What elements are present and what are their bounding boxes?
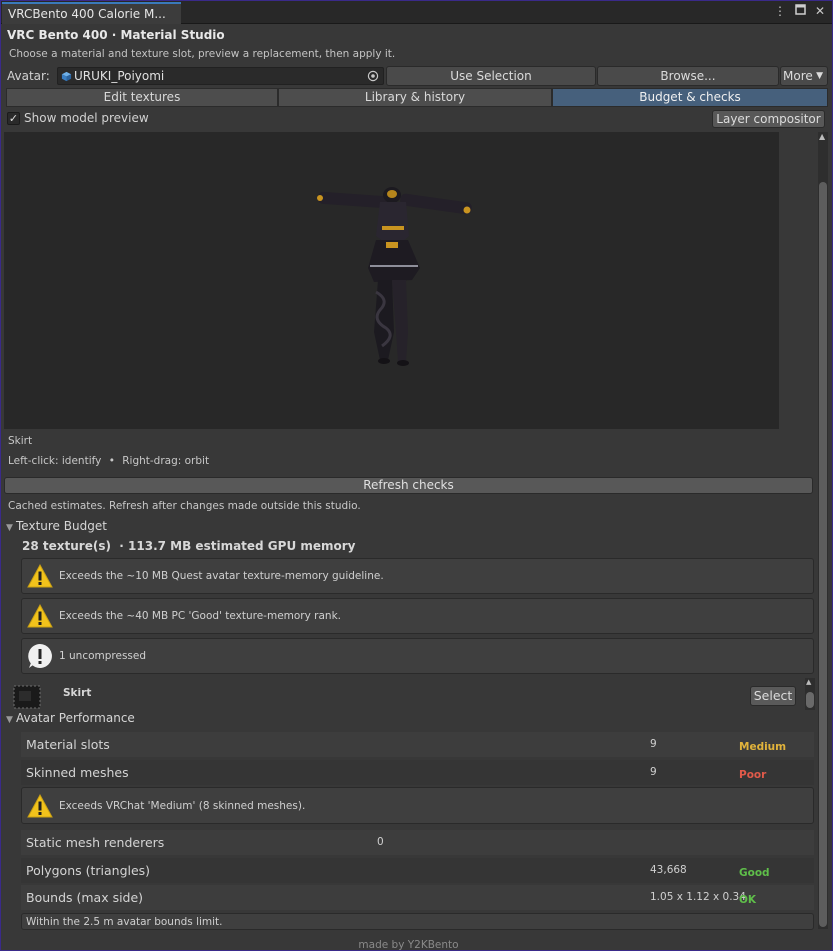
scroll-up-icon[interactable]: ▲ xyxy=(806,678,811,686)
tab-budget-checks[interactable]: Budget & checks xyxy=(552,88,828,107)
perf-row-value: 9 xyxy=(650,738,657,750)
warning-icon xyxy=(27,793,53,817)
perf-row-name: Bounds (max side) xyxy=(26,890,144,905)
more-dropdown[interactable]: More ▼ xyxy=(780,66,828,86)
perf-row-rank: OK xyxy=(739,894,757,906)
help-box-skinned-warning: Exceeds VRChat 'Medium' (8 skinned meshe… xyxy=(21,787,814,824)
tab-library-history[interactable]: Library & history xyxy=(278,88,552,107)
item-scrollbar-thumb[interactable] xyxy=(806,692,814,708)
perf-row-value: 1.05 x 1.12 x 0.34 xyxy=(650,891,746,903)
perf-row-skinned-meshes: Skinned meshes 9 Poor xyxy=(21,760,814,785)
avatar-object-field[interactable]: URUKI_Poiyomi xyxy=(57,67,384,85)
avatar-model-render xyxy=(317,187,472,366)
avatar-performance-foldout[interactable]: ▼ Avatar Performance xyxy=(6,711,135,725)
tab-edit-textures[interactable]: Edit textures xyxy=(6,88,278,107)
warning-icon xyxy=(27,603,53,628)
help-text: 1 uncompressed xyxy=(59,650,147,662)
texture-budget-heading: Texture Budget xyxy=(16,519,107,533)
help-text: Exceeds the ~40 MB PC 'Good' texture-mem… xyxy=(59,610,342,622)
refresh-checks-button[interactable]: Refresh checks xyxy=(4,477,813,494)
avatar-label: Avatar: xyxy=(7,69,50,83)
perf-row-rank: Good xyxy=(739,867,770,879)
help-box-pc-warning: Exceeds the ~40 MB PC 'Good' texture-mem… xyxy=(21,598,814,634)
warning-icon xyxy=(27,563,53,588)
window-frame: VRCBento 400 Calorie M... ⋮ ✕ VRC Bento … xyxy=(0,0,833,951)
model-preview-viewport[interactable] xyxy=(4,132,779,429)
avatar-field-value: URUKI_Poiyomi xyxy=(74,69,165,83)
maximize-icon[interactable] xyxy=(794,4,806,18)
perf-row-static-mesh: Static mesh renderers 0 xyxy=(21,830,814,855)
app-subtitle: Choose a material and texture slot, prev… xyxy=(9,48,396,60)
texture-thumbnail-icon xyxy=(13,685,41,712)
foldout-open-icon: ▼ xyxy=(6,715,13,725)
close-icon[interactable]: ✕ xyxy=(814,4,826,18)
texture-budget-foldout[interactable]: ▼ Texture Budget xyxy=(6,519,107,533)
object-picker-icon[interactable] xyxy=(367,70,379,85)
select-texture-button[interactable]: Select xyxy=(750,686,796,706)
perf-row-bounds: Bounds (max side) 1.05 x 1.12 x 0.34 OK xyxy=(21,885,814,910)
perf-row-value: 9 xyxy=(650,766,657,778)
perf-row-value: 43,668 xyxy=(650,864,687,876)
foldout-open-icon: ▼ xyxy=(6,523,13,533)
app-title: VRC Bento 400 · Material Studio xyxy=(7,28,225,42)
hovered-part-label: Skirt xyxy=(8,435,33,447)
kebab-menu-icon[interactable]: ⋮ xyxy=(774,4,786,18)
perf-row-name: Static mesh renderers xyxy=(26,835,165,850)
dropdown-arrow-icon: ▼ xyxy=(816,71,823,81)
window-tab-bar: VRCBento 400 Calorie M... ⋮ ✕ xyxy=(1,1,832,24)
scrollbar-thumb[interactable] xyxy=(819,182,827,927)
browse-button[interactable]: Browse... xyxy=(597,66,779,86)
show-preview-checkbox[interactable]: ✓ xyxy=(7,112,20,125)
hint-right-drag: Right-drag: orbit xyxy=(122,455,210,467)
perf-row-polygons: Polygons (triangles) 43,668 Good xyxy=(21,858,814,883)
vertical-scrollbar[interactable]: ▲ xyxy=(818,132,828,929)
cached-estimates-note: Cached estimates. Refresh after changes … xyxy=(8,500,361,512)
help-text: Exceeds VRChat 'Medium' (8 skinned meshe… xyxy=(59,799,306,812)
perf-row-rank: Poor xyxy=(739,769,767,781)
perf-row-name: Skinned meshes xyxy=(26,765,129,780)
item-list-scrollbar[interactable]: ▲ xyxy=(805,678,815,710)
hint-separator: • xyxy=(108,455,115,467)
more-label: More xyxy=(783,69,813,83)
preview-hint: Left-click: identify • Right-drag: orbit xyxy=(8,455,209,467)
window-tab[interactable]: VRCBento 400 Calorie M... xyxy=(2,2,181,24)
layer-compositor-button[interactable]: Layer compositor xyxy=(712,110,825,128)
help-text: Within the 2.5 m avatar bounds limit. xyxy=(26,915,223,928)
perf-row-name: Material slots xyxy=(26,737,110,752)
use-selection-button[interactable]: Use Selection xyxy=(386,66,596,86)
perf-row-value: 0 xyxy=(377,836,384,848)
texture-budget-summary: 28 texture(s) · 113.7 MB estimated GPU m… xyxy=(22,539,356,553)
scroll-up-icon[interactable]: ▲ xyxy=(819,132,825,141)
help-box-quest-warning: Exceeds the ~10 MB Quest avatar texture-… xyxy=(21,558,814,594)
hint-left-click: Left-click: identify xyxy=(8,455,102,467)
perf-row-name: Polygons (triangles) xyxy=(26,863,151,878)
texture-item-row: Skirt Select ▲ xyxy=(4,678,815,710)
main-tabs: Edit textures Library & history Budget &… xyxy=(6,88,828,107)
avatar-performance-heading: Avatar Performance xyxy=(16,711,135,725)
info-exclamation-icon xyxy=(28,644,52,668)
help-box-bounds-note: Within the 2.5 m avatar bounds limit. xyxy=(21,913,814,930)
perf-row-rank: Medium xyxy=(739,741,787,753)
help-text: Exceeds the ~10 MB Quest avatar texture-… xyxy=(59,570,384,582)
footer-credit: made by Y2KBento xyxy=(358,939,459,951)
texture-item-name: Skirt xyxy=(63,687,92,699)
perf-row-material-slots: Material slots 9 Medium xyxy=(21,732,814,757)
show-preview-label: Show model preview xyxy=(24,111,149,125)
avatar-cube-icon xyxy=(61,71,72,85)
help-box-uncompressed: 1 uncompressed xyxy=(21,638,814,674)
